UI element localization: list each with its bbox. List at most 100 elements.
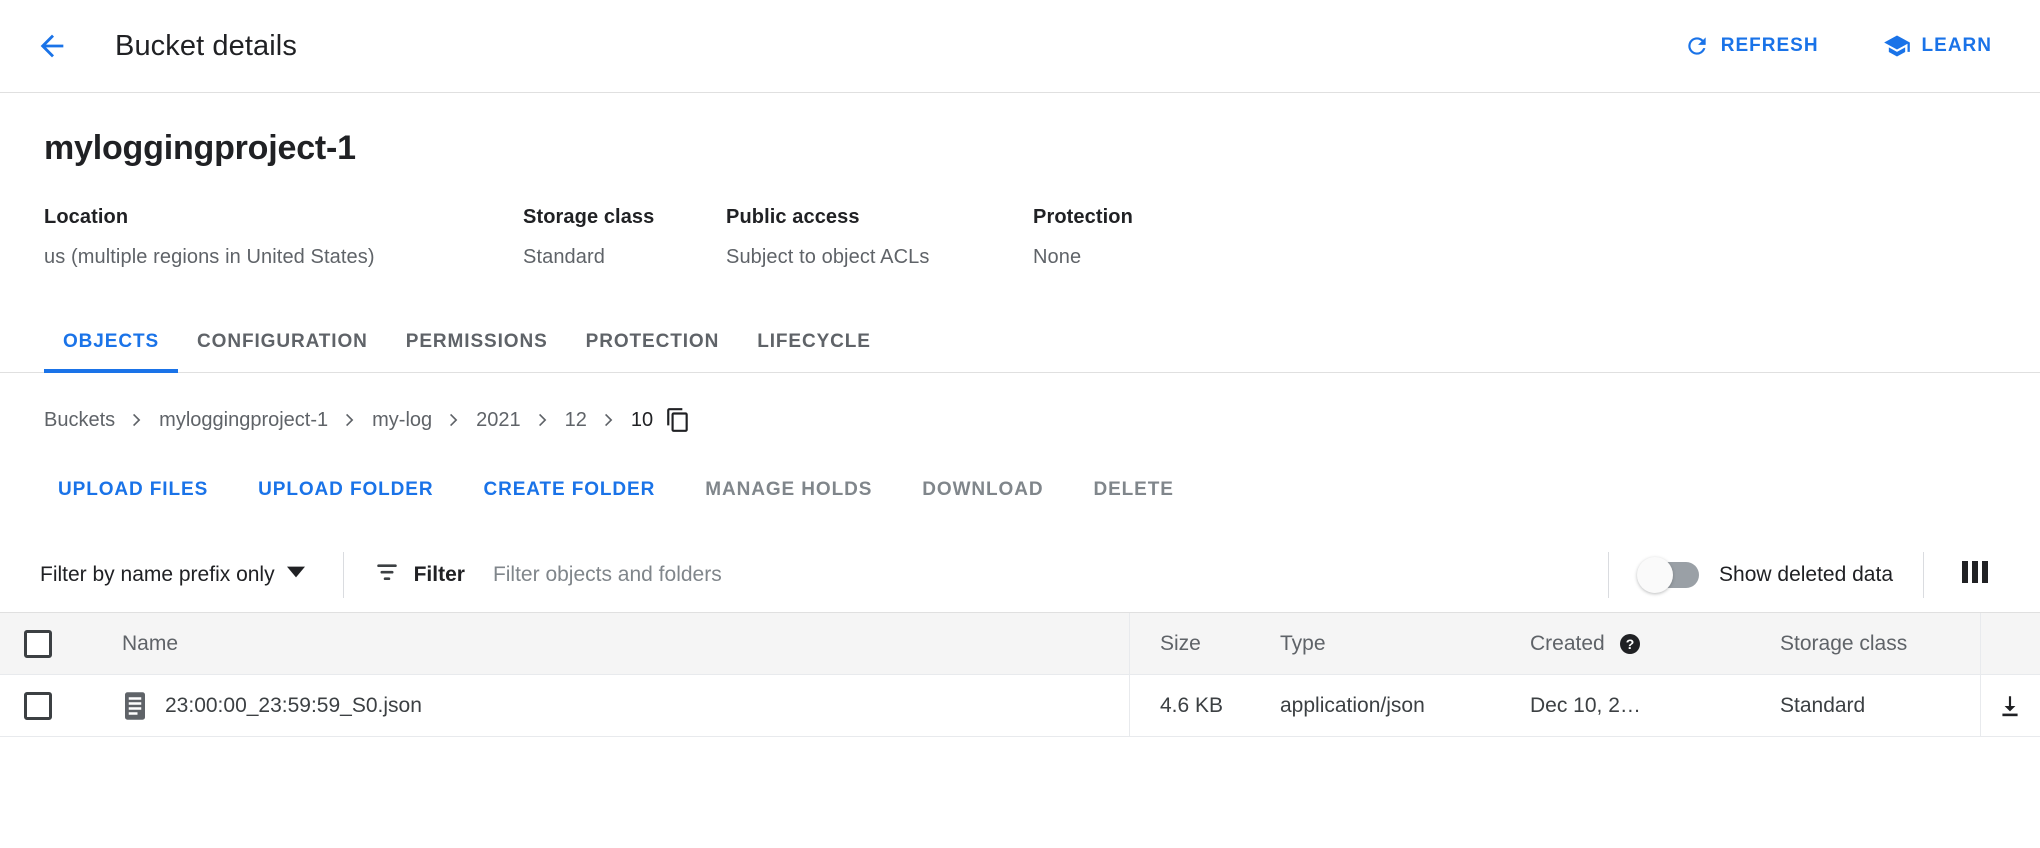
learn-button[interactable]: LEARN [1869,22,2006,70]
breadcrumb-item-year[interactable]: 2021 [476,409,521,432]
meta-protection-label: Protection [1033,206,1273,229]
copy-icon[interactable] [665,407,691,433]
refresh-icon [1684,33,1710,59]
meta-storage-class-label: Storage class [523,206,726,229]
toggle-divider-right [1923,552,1924,598]
prefix-filter-label: Filter by name prefix only [40,563,275,587]
filter-button-label: Filter [414,563,465,587]
meta-public-access: Public access Subject to object ACLs [726,206,1033,269]
breadcrumb-item-bucket[interactable]: myloggingproject-1 [159,409,328,432]
show-deleted-data-toggle[interactable]: Show deleted data [1639,562,1893,588]
chevron-right-icon [599,410,619,430]
header-created-label: Created [1530,632,1605,656]
chevron-right-icon [533,410,553,430]
cell-name[interactable]: 23:00:00_23:59:59_S0.json [75,675,1130,736]
filter-input[interactable] [493,563,1578,587]
top-app-bar: Bucket details REFRESH LEARN [0,0,2040,93]
cell-type-label: application/json [1280,694,1425,718]
column-settings-button[interactable] [1954,553,1996,596]
svg-text:?: ? [1625,636,1634,652]
tab-lifecycle[interactable]: LIFECYCLE [738,311,890,372]
chevron-right-icon [444,410,464,430]
learn-button-label: LEARN [1922,35,1992,57]
breadcrumb: Buckets myloggingproject-1 my-log 2021 1… [0,381,2040,459]
json-file-icon [122,691,148,721]
header-storage-class[interactable]: Storage class [1780,613,1980,674]
meta-protection-value: None [1033,246,1273,269]
toggle-track[interactable] [1639,562,1699,588]
filter-icon [374,559,400,590]
cell-created-label: Dec 10, 2… [1530,694,1641,718]
page-title: Bucket details [115,30,297,63]
header-actions [1980,613,2040,674]
object-actions-toolbar: UPLOAD FILES UPLOAD FOLDER CREATE FOLDER… [0,459,2040,521]
table-row[interactable]: 23:00:00_23:59:59_S0.json 4.6 KB applica… [0,675,2040,737]
download-button[interactable]: DOWNLOAD [908,469,1057,511]
help-icon[interactable]: ? [1618,632,1642,656]
meta-location: Location us (multiple regions in United … [44,206,523,269]
cell-created: Dec 10, 2… [1530,675,1780,736]
bucket-tabs: OBJECTS CONFIGURATION PERMISSIONS PROTEC… [0,311,2040,373]
header-size[interactable]: Size [1130,613,1280,674]
header-name[interactable]: Name [75,613,1130,674]
meta-storage-class-value: Standard [523,246,726,269]
cell-size-label: 4.6 KB [1160,694,1223,718]
header-created[interactable]: Created ? [1530,613,1780,674]
column-settings-icon [1960,559,1990,590]
prefix-filter-select[interactable]: Filter by name prefix only [32,557,313,593]
breadcrumb-item-buckets[interactable]: Buckets [44,409,115,432]
show-deleted-data-label: Show deleted data [1719,563,1893,587]
header-size-label: Size [1160,632,1201,656]
filter-bar: Filter by name prefix only Filter Show d… [0,537,2040,613]
cell-storage-class-label: Standard [1780,694,1865,718]
header-type-label: Type [1280,632,1326,656]
bucket-summary: myloggingproject-1 Location us (multiple… [0,93,2040,269]
header-storage-class-label: Storage class [1780,632,1907,656]
select-all-checkbox[interactable] [24,630,52,658]
upload-folder-button[interactable]: UPLOAD FOLDER [244,469,447,511]
tab-objects[interactable]: OBJECTS [44,311,178,372]
header-name-label: Name [122,632,178,656]
tab-configuration[interactable]: CONFIGURATION [178,311,387,372]
back-button[interactable] [28,22,76,70]
refresh-button[interactable]: REFRESH [1670,23,1833,69]
objects-table: Name Size Type Created ? Storage class [0,613,2040,737]
download-icon[interactable] [1997,693,2023,719]
chevron-right-icon [127,410,147,430]
bucket-name: myloggingproject-1 [44,129,1996,168]
manage-holds-button[interactable]: MANAGE HOLDS [691,469,886,511]
graduation-cap-icon [1883,32,1911,60]
cell-storage-class: Standard [1780,675,1980,736]
upload-files-button[interactable]: UPLOAD FILES [44,469,222,511]
chevron-right-icon [340,410,360,430]
tab-permissions[interactable]: PERMISSIONS [387,311,567,372]
toggle-knob [1637,557,1673,593]
filter-button[interactable]: Filter [374,559,465,590]
meta-protection: Protection None [1033,206,1273,269]
meta-location-label: Location [44,206,523,229]
toggle-divider-left [1608,552,1609,598]
meta-storage-class: Storage class Standard [523,206,726,269]
row-select-cell [0,675,75,736]
select-all-cell [0,613,75,674]
tab-protection[interactable]: PROTECTION [567,311,739,372]
delete-button[interactable]: DELETE [1079,469,1187,511]
cell-type: application/json [1280,675,1530,736]
arrow-back-icon [35,29,69,63]
cell-row-actions [1980,675,2040,736]
breadcrumb-item-my-log[interactable]: my-log [372,409,432,432]
refresh-button-label: REFRESH [1721,35,1819,57]
table-header-row: Name Size Type Created ? Storage class [0,613,2040,675]
meta-public-access-value: Subject to object ACLs [726,246,1033,269]
cell-name-label: 23:00:00_23:59:59_S0.json [165,694,422,718]
create-folder-button[interactable]: CREATE FOLDER [469,469,669,511]
cell-size: 4.6 KB [1130,675,1280,736]
breadcrumb-item-month[interactable]: 12 [565,409,587,432]
meta-location-value: us (multiple regions in United States) [44,246,523,269]
row-checkbox[interactable] [24,692,52,720]
chevron-down-icon [287,563,305,587]
filter-divider [343,552,344,598]
bucket-meta-row: Location us (multiple regions in United … [44,206,1996,269]
header-type[interactable]: Type [1280,613,1530,674]
breadcrumb-item-day: 10 [631,409,653,432]
